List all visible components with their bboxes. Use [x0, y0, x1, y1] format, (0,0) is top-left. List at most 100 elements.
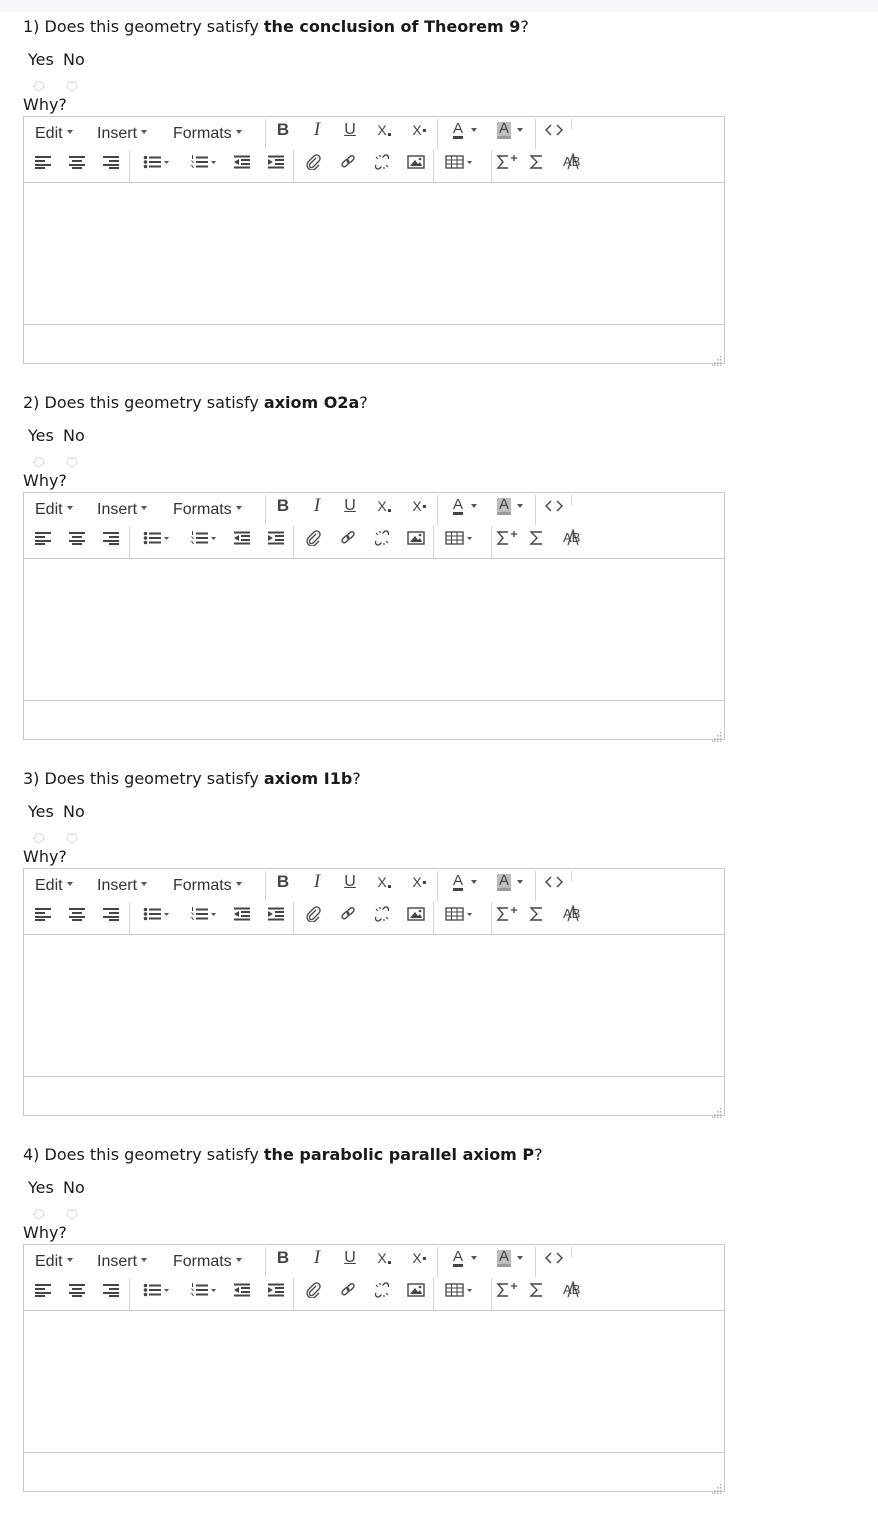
text-color-button[interactable]: A: [447, 871, 483, 893]
superscript-button[interactable]: X: [408, 1247, 430, 1269]
link-button[interactable]: [337, 527, 359, 549]
indent-button[interactable]: [265, 151, 287, 173]
image-button[interactable]: [405, 527, 427, 549]
attachment-button[interactable]: [302, 903, 324, 925]
subscript-button[interactable]: X: [373, 119, 395, 141]
editor-content-area[interactable]: [24, 183, 724, 325]
background-color-button[interactable]: A: [492, 119, 528, 141]
resize-grip-icon[interactable]: [712, 727, 722, 742]
insert-menu[interactable]: Insert: [97, 124, 148, 144]
align-center-button[interactable]: [66, 527, 88, 549]
outdent-button[interactable]: [231, 527, 253, 549]
formats-menu[interactable]: Formats: [173, 876, 242, 896]
underline-button[interactable]: U: [339, 119, 361, 141]
sigma-button[interactable]: [526, 527, 548, 549]
editor-content-area[interactable]: [24, 935, 724, 1077]
image-button[interactable]: [405, 903, 427, 925]
subscript-button[interactable]: X: [373, 495, 395, 517]
align-left-button[interactable]: [32, 1279, 54, 1301]
align-right-button[interactable]: [100, 527, 122, 549]
unlink-button[interactable]: [371, 1279, 393, 1301]
source-code-button[interactable]: [543, 1247, 565, 1269]
sigma-button[interactable]: [526, 151, 548, 173]
outdent-button[interactable]: [231, 903, 253, 925]
background-color-button[interactable]: A: [492, 1247, 528, 1269]
subscript-button[interactable]: X: [373, 1247, 395, 1269]
spellcheck-button[interactable]: AB: [561, 1279, 585, 1301]
superscript-button[interactable]: X: [408, 119, 430, 141]
equation-editor-button[interactable]: [496, 903, 518, 925]
text-color-button[interactable]: A: [447, 1247, 483, 1269]
italic-button[interactable]: I: [306, 871, 328, 893]
table-button[interactable]: [442, 1279, 478, 1301]
edit-menu[interactable]: Edit: [35, 876, 73, 896]
indent-button[interactable]: [265, 903, 287, 925]
no-radio[interactable]: [67, 81, 77, 91]
background-color-button[interactable]: A: [492, 871, 528, 893]
insert-menu[interactable]: Insert: [97, 500, 148, 520]
resize-grip-icon[interactable]: [712, 1479, 722, 1494]
outdent-button[interactable]: [231, 151, 253, 173]
bullet-list-button[interactable]: [138, 1279, 174, 1301]
align-center-button[interactable]: [66, 1279, 88, 1301]
align-right-button[interactable]: [100, 151, 122, 173]
align-center-button[interactable]: [66, 903, 88, 925]
align-left-button[interactable]: [32, 151, 54, 173]
background-color-button[interactable]: A: [492, 495, 528, 517]
source-code-button[interactable]: [543, 871, 565, 893]
bold-button[interactable]: B: [272, 871, 294, 893]
editor-content-area[interactable]: [24, 1311, 724, 1453]
outdent-button[interactable]: [231, 1279, 253, 1301]
spellcheck-button[interactable]: AB: [561, 903, 585, 925]
link-button[interactable]: [337, 151, 359, 173]
bullet-list-button[interactable]: [138, 151, 174, 173]
attachment-button[interactable]: [302, 1279, 324, 1301]
superscript-button[interactable]: X: [408, 871, 430, 893]
italic-button[interactable]: I: [306, 119, 328, 141]
spellcheck-button[interactable]: AB: [561, 151, 585, 173]
bold-button[interactable]: B: [272, 1247, 294, 1269]
bold-button[interactable]: B: [272, 119, 294, 141]
attachment-button[interactable]: [302, 527, 324, 549]
table-button[interactable]: [442, 151, 478, 173]
link-button[interactable]: [337, 1279, 359, 1301]
formats-menu[interactable]: Formats: [173, 500, 242, 520]
superscript-button[interactable]: X: [408, 495, 430, 517]
editor-content-area[interactable]: [24, 559, 724, 701]
underline-button[interactable]: U: [339, 1247, 361, 1269]
align-right-button[interactable]: [100, 903, 122, 925]
edit-menu[interactable]: Edit: [35, 124, 73, 144]
sigma-button[interactable]: [526, 1279, 548, 1301]
edit-menu[interactable]: Edit: [35, 500, 73, 520]
equation-editor-button[interactable]: [496, 1279, 518, 1301]
image-button[interactable]: [405, 1279, 427, 1301]
sigma-button[interactable]: [526, 903, 548, 925]
align-left-button[interactable]: [32, 903, 54, 925]
italic-button[interactable]: I: [306, 1247, 328, 1269]
underline-button[interactable]: U: [339, 495, 361, 517]
numbered-list-button[interactable]: [185, 1279, 221, 1301]
source-code-button[interactable]: [543, 495, 565, 517]
numbered-list-button[interactable]: [185, 527, 221, 549]
formats-menu[interactable]: Formats: [173, 1252, 242, 1272]
table-button[interactable]: [442, 903, 478, 925]
unlink-button[interactable]: [371, 151, 393, 173]
link-button[interactable]: [337, 903, 359, 925]
insert-menu[interactable]: Insert: [97, 876, 148, 896]
resize-grip-icon[interactable]: [712, 1103, 722, 1118]
align-left-button[interactable]: [32, 527, 54, 549]
table-button[interactable]: [442, 527, 478, 549]
numbered-list-button[interactable]: [185, 903, 221, 925]
bullet-list-button[interactable]: [138, 527, 174, 549]
indent-button[interactable]: [265, 1279, 287, 1301]
no-radio[interactable]: [67, 833, 77, 843]
bullet-list-button[interactable]: [138, 903, 174, 925]
yes-radio[interactable]: [34, 81, 44, 91]
text-color-button[interactable]: A: [447, 495, 483, 517]
insert-menu[interactable]: Insert: [97, 1252, 148, 1272]
italic-button[interactable]: I: [306, 495, 328, 517]
equation-editor-button[interactable]: [496, 527, 518, 549]
equation-editor-button[interactable]: [496, 151, 518, 173]
align-right-button[interactable]: [100, 1279, 122, 1301]
unlink-button[interactable]: [371, 903, 393, 925]
